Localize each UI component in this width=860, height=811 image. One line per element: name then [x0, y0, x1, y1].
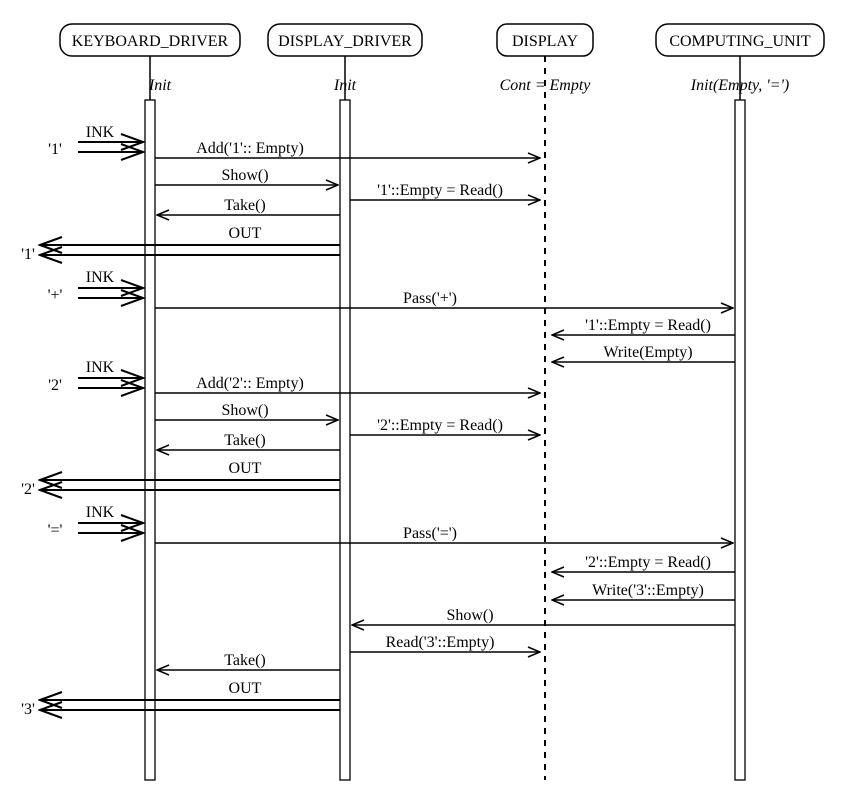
out-value: '3': [21, 701, 35, 718]
out-1-event: OUT '1': [21, 225, 340, 263]
key-label: '+': [48, 287, 63, 304]
ink-label: INK: [86, 359, 115, 376]
key-label: '1': [48, 141, 62, 158]
ink-label: INK: [86, 269, 115, 286]
lifeline-label: DISPLAY_DRIVER: [278, 33, 412, 50]
msg-label: Take(): [224, 432, 266, 449]
msg-label: Read('3'::Empty): [386, 634, 495, 651]
out-label: OUT: [229, 680, 262, 697]
msg-label: Pass('+'): [403, 290, 457, 307]
msg-label: Show(): [221, 167, 268, 184]
lifeline-display: DISPLAY Cont = Empty: [497, 24, 593, 780]
msg-label: Show(): [221, 402, 268, 419]
lifeline-display-driver: DISPLAY_DRIVER Init: [268, 24, 422, 780]
key-label: '=': [48, 522, 63, 539]
state-label: Init: [148, 77, 172, 94]
out-value: '1': [21, 246, 35, 263]
sequence-diagram: KEYBOARD_DRIVER Init DISPLAY_DRIVER Init…: [0, 0, 860, 811]
key-label: '2': [48, 377, 62, 394]
msg-label: '1'::Empty = Read(): [585, 317, 711, 334]
msg-label: Take(): [224, 652, 266, 669]
ink-eq-event: INK '=': [48, 504, 143, 539]
out-label: OUT: [229, 225, 262, 242]
msg-label: Write('3'::Empty): [592, 582, 704, 599]
msg-label: Add('2':: Empty): [196, 375, 304, 392]
ink-label: INK: [86, 504, 115, 521]
msg-label: Show(): [446, 607, 493, 624]
ink-plus-event: INK '+': [48, 269, 143, 304]
out-label: OUT: [229, 460, 262, 477]
msg-label: '2'::Empty = Read(): [585, 554, 711, 571]
msg-label: Take(): [224, 197, 266, 214]
ink-2-event: INK '2': [48, 359, 143, 394]
lifeline-computing-unit: COMPUTING_UNIT Init(Empty, '='): [656, 24, 824, 780]
msg-label: '1'::Empty = Read(): [377, 182, 503, 199]
out-value: '2': [21, 481, 35, 498]
lifeline-label: DISPLAY: [512, 33, 579, 50]
out-3-event: OUT '3': [21, 680, 340, 718]
out-2-event: OUT '2': [21, 460, 340, 498]
msg-label: Write(Empty): [603, 344, 692, 361]
lifeline-label: COMPUTING_UNIT: [669, 33, 811, 50]
msg-label: Pass('='): [403, 525, 457, 542]
msg-label: Add('1':: Empty): [196, 140, 304, 157]
ink-label: INK: [86, 124, 115, 141]
msg-label: '2'::Empty = Read(): [377, 417, 503, 434]
ink-1-event: INK '1': [48, 124, 143, 158]
lifeline-label: KEYBOARD_DRIVER: [72, 33, 229, 50]
